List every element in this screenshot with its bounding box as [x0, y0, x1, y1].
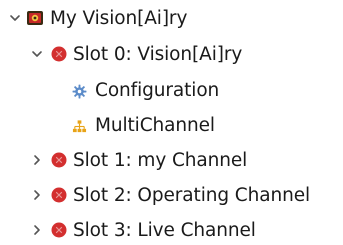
chevron-right-icon[interactable] [30, 153, 44, 167]
tree-node-configuration-label: Configuration [95, 79, 220, 101]
chevron-down-icon[interactable] [8, 11, 22, 25]
tree-node-multichannel[interactable]: MultiChannel [72, 110, 215, 140]
tree-node-multichannel-label: MultiChannel [95, 114, 215, 136]
tree-node-slot-2-label: Slot 2: Operating Channel [73, 184, 311, 206]
tree-node-slot-0-label: Slot 0: Vision[Ai]ry [73, 43, 243, 65]
red-error-icon [51, 187, 67, 203]
tree-node-slot-0[interactable]: Slot 0: Vision[Ai]ry [30, 39, 242, 69]
chevron-down-icon[interactable] [30, 47, 44, 61]
red-error-icon [51, 152, 67, 168]
tree-node-slot-2[interactable]: Slot 2: Operating Channel [30, 180, 310, 210]
tree-view: My Vision[Ai]ry Slot 0: Vision[Ai]ry Con… [0, 0, 343, 241]
tree-node-slot-3-label: Slot 3: Live Channel [73, 219, 256, 241]
tree-node-slot-1[interactable]: Slot 1: my Channel [30, 145, 247, 175]
gear-icon [72, 83, 87, 98]
chevron-right-icon[interactable] [30, 223, 44, 237]
tree-node-slot-3[interactable]: Slot 3: Live Channel [30, 215, 256, 245]
camera-app-icon [26, 9, 44, 27]
tree-node-root[interactable]: My Vision[Ai]ry [8, 3, 187, 33]
hierarchy-icon [72, 118, 87, 133]
tree-node-configuration[interactable]: Configuration [72, 75, 219, 105]
red-error-icon [51, 46, 67, 62]
tree-node-slot-1-label: Slot 1: my Channel [73, 149, 248, 171]
tree-node-root-label: My Vision[Ai]ry [50, 7, 188, 29]
red-error-icon [51, 222, 67, 238]
chevron-right-icon[interactable] [30, 188, 44, 202]
